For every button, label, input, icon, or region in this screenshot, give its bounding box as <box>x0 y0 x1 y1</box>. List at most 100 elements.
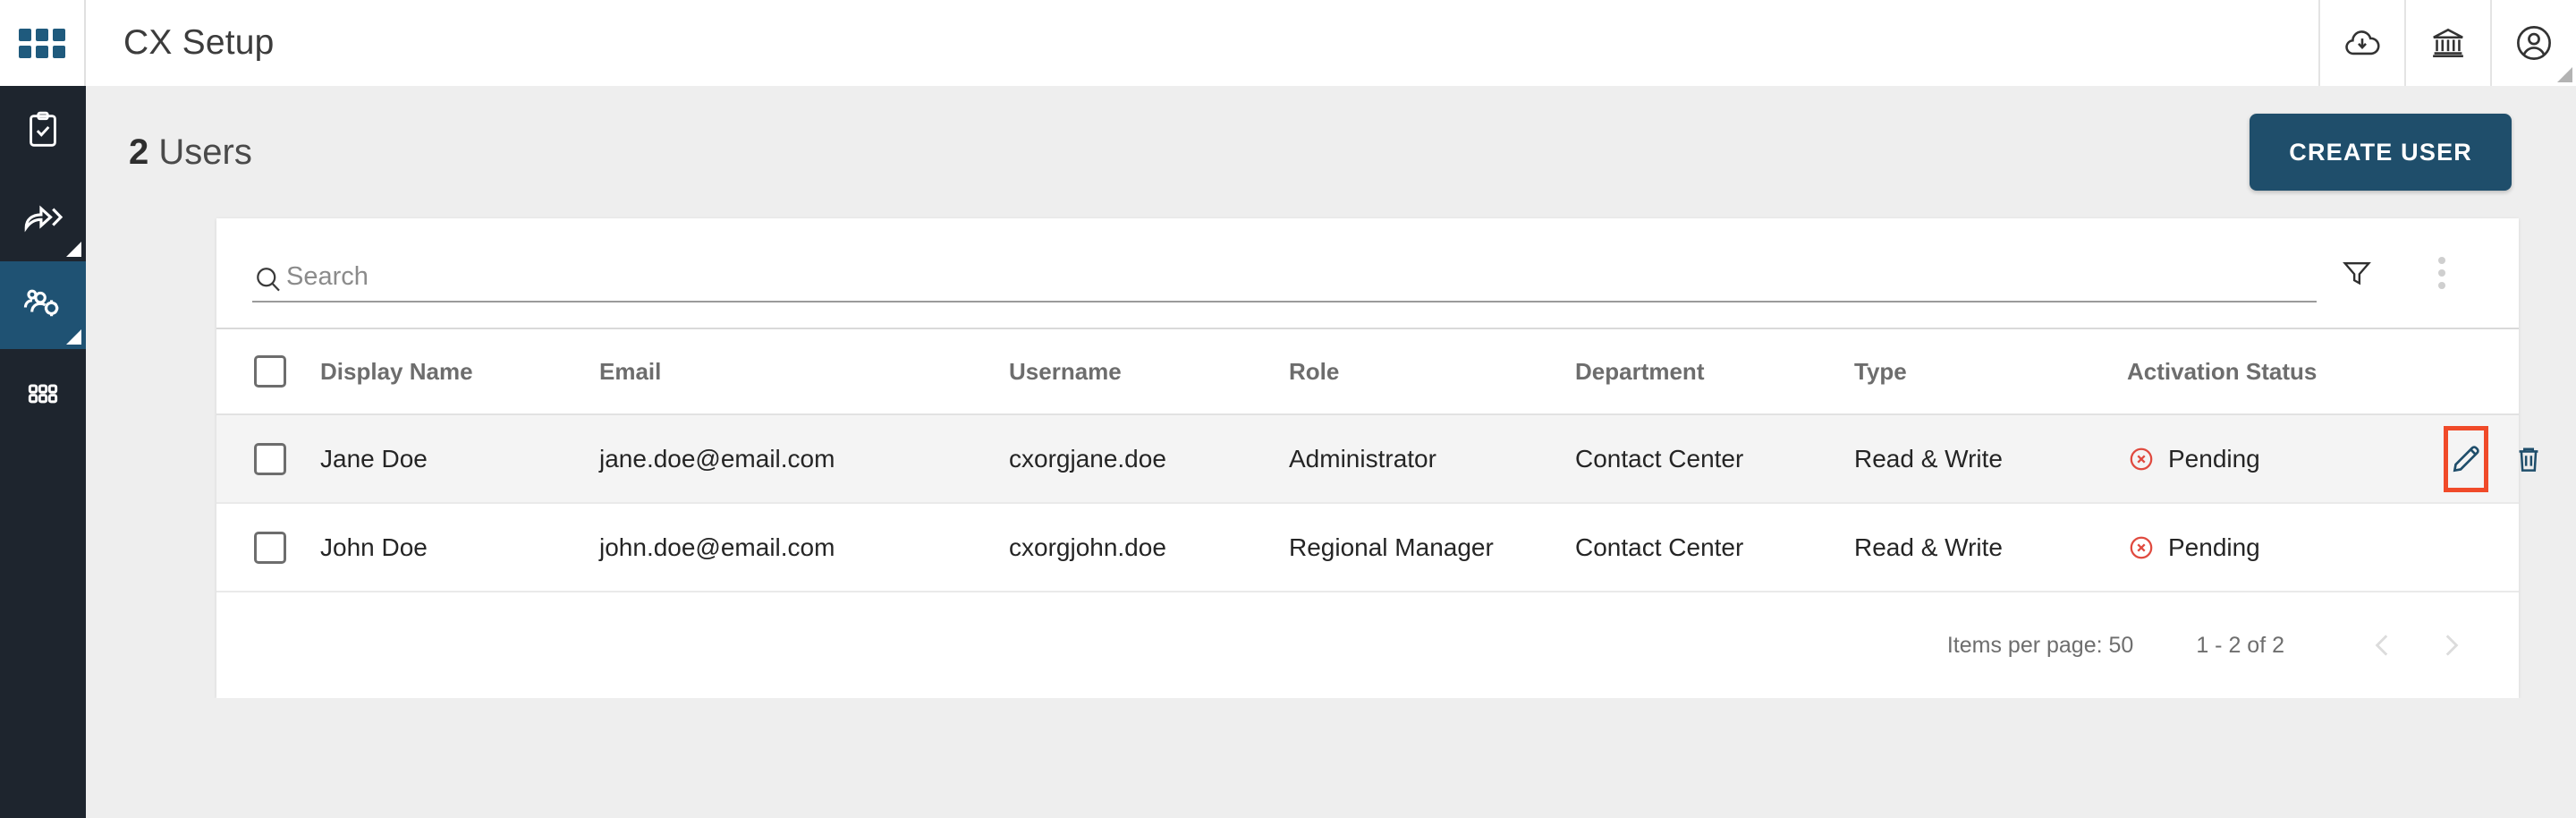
cell-actions <box>2440 503 2519 592</box>
page-header: 2 Users CREATE USER <box>86 86 2576 218</box>
cell-actions <box>2440 414 2538 503</box>
error-circle-x-icon <box>2130 536 2153 558</box>
cell-department: Contact Center <box>1575 533 1744 561</box>
column-header-role[interactable]: Role <box>1289 328 1575 414</box>
more-vertical-icon-dot-1 <box>2438 257 2445 264</box>
cell-type: Read & Write <box>1854 444 2003 473</box>
sidebar-item-routing[interactable] <box>0 174 86 261</box>
bank-icon <box>2433 28 2463 57</box>
cell-department: Contact Center <box>1575 444 1744 473</box>
account-circle-icon <box>2517 26 2551 60</box>
status-label: Pending <box>2168 444 2260 473</box>
delete-icon <box>2519 447 2538 472</box>
search-field-wrapper[interactable] <box>252 243 2317 302</box>
more-vertical-icon-dot-3 <box>2438 282 2445 289</box>
users-table-head: Display Name Email Username Role Departm… <box>216 328 2519 414</box>
cell-email: john.doe@email.com <box>599 533 835 561</box>
user-count: 2 <box>129 132 149 172</box>
error-circle-x-icon <box>2130 447 2153 470</box>
top-bar-actions <box>2318 0 2576 86</box>
filter-funnel-icon <box>2343 262 2371 285</box>
select-all-checkbox[interactable] <box>254 355 286 388</box>
sidebar-item-apps[interactable] <box>0 349 86 437</box>
items-per-page-selector[interactable]: Items per page: 50 <box>1947 633 2133 659</box>
search-input[interactable] <box>286 262 2317 295</box>
next-page-button[interactable] <box>2417 611 2485 679</box>
sidebar <box>0 86 86 818</box>
cell-activation-status: Pending <box>2127 503 2440 592</box>
column-header-username[interactable]: Username <box>1009 328 1289 414</box>
body-row: 2 Users CREATE USER Search Display Name … <box>0 86 2576 818</box>
table-header-row: Display Name Email Username Role Departm… <box>216 328 2519 414</box>
sidebar-item-users[interactable] <box>0 261 86 349</box>
bank-button[interactable] <box>2404 0 2490 86</box>
column-header-type[interactable]: Type <box>1854 328 2127 414</box>
create-user-button[interactable]: CREATE USER <box>2250 114 2512 191</box>
apps-launcher-button[interactable] <box>0 0 86 86</box>
cell-role: Regional Manager <box>1289 533 1494 561</box>
table-row[interactable]: Jane Doe jane.doe@email.com cxorgjane.do… <box>216 414 2538 503</box>
grid-dots-icon <box>28 384 58 404</box>
account-submenu-indicator-icon <box>2557 67 2572 82</box>
status-badge: Pending <box>2127 445 2440 473</box>
top-bar: CX Setup <box>0 0 2576 86</box>
chevron-left-icon <box>2375 635 2388 656</box>
column-header-activation-status[interactable]: Activation Status <box>2127 328 2440 414</box>
items-per-page-label: Items per page: <box>1946 632 2103 658</box>
row-checkbox[interactable] <box>254 531 286 564</box>
cell-display-name: Jane Doe <box>320 444 428 473</box>
page-title-suffix: Users <box>158 132 252 172</box>
users-card: Display Name Email Username Role Departm… <box>216 218 2538 698</box>
app-title-area: CX Setup <box>86 0 2318 86</box>
row-checkbox[interactable] <box>254 442 286 475</box>
sidebar-users-submenu-indicator-icon <box>66 329 81 345</box>
edit-user-button[interactable] <box>2444 425 2488 492</box>
items-per-page-value: 50 <box>2108 632 2134 658</box>
cloud-download-button[interactable] <box>2318 0 2404 86</box>
cloud-download-icon <box>2345 30 2380 55</box>
status-label: Pending <box>2168 533 2260 561</box>
account-button[interactable] <box>2490 0 2576 86</box>
paginator: Items per page: 50 1 - 2 of 2 <box>216 592 2519 698</box>
cell-username: cxorgjohn.doe <box>1009 533 1166 561</box>
share-arrow-icon <box>24 205 64 233</box>
previous-page-button[interactable] <box>2349 611 2417 679</box>
app-title: CX Setup <box>123 23 275 62</box>
delete-user-button[interactable] <box>2512 430 2546 488</box>
column-header-display-name[interactable]: Display Name <box>320 328 599 414</box>
cell-email: jane.doe@email.com <box>599 444 835 473</box>
row-actions <box>2440 425 2538 492</box>
column-header-department[interactable]: Department <box>1575 328 1854 414</box>
apps-grid-icon <box>19 28 65 58</box>
column-header-actions <box>2440 328 2519 414</box>
table-row[interactable]: John Doe john.doe@email.com cxorgjohn.do… <box>216 503 2519 592</box>
clipboard-check-icon <box>30 111 56 147</box>
users-table: Display Name Email Username Role Departm… <box>216 328 2538 592</box>
row-select-cell <box>216 414 320 503</box>
status-badge: Pending <box>2127 533 2440 562</box>
cell-username: cxorgjane.doe <box>1009 444 1166 473</box>
page-title: 2 Users <box>129 132 252 173</box>
search-icon <box>252 263 284 295</box>
more-options-button[interactable] <box>2415 257 2469 289</box>
users-gear-icon <box>23 289 59 317</box>
row-select-cell <box>216 503 320 592</box>
page-range-label: 1 - 2 of 2 <box>2196 632 2284 658</box>
cell-activation-status: Pending <box>2127 414 2440 503</box>
search-toolbar <box>216 218 2519 328</box>
edit-icon <box>2453 445 2479 472</box>
sidebar-routing-submenu-indicator-icon <box>66 242 81 257</box>
users-table-body: Jane Doe jane.doe@email.com cxorgjane.do… <box>216 414 2538 592</box>
page-bottom-filler <box>86 698 2576 818</box>
column-header-select-all <box>216 328 320 414</box>
sidebar-item-tasks[interactable] <box>0 86 86 174</box>
app-root: CX Setup 2 Users CREATE USER Search Disp… <box>0 0 2576 818</box>
cell-display-name: John Doe <box>320 533 428 561</box>
main-content: 2 Users CREATE USER Search Display Name … <box>86 86 2576 818</box>
chevron-right-icon <box>2445 635 2459 656</box>
more-vertical-icon-dot-2 <box>2438 269 2445 277</box>
cell-role: Administrator <box>1289 444 1436 473</box>
column-header-email[interactable]: Email <box>599 328 1009 414</box>
cell-type: Read & Write <box>1854 533 2003 561</box>
filter-button[interactable] <box>2317 256 2397 290</box>
